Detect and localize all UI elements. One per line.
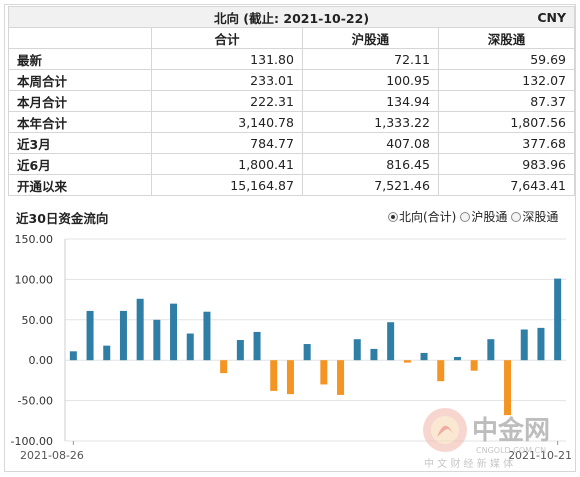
cngold-logo-icon: [423, 408, 467, 452]
bar: [270, 360, 278, 391]
bar: [537, 327, 545, 361]
y-axis: 150.00 100.00 50.00 0.00 -50.00 -100.00: [11, 233, 53, 448]
cell-shanghai: 100.95: [301, 69, 439, 91]
cell-shenzhen: 132.07: [437, 69, 576, 91]
bar: [370, 348, 378, 361]
table-title-cell: 北向 (截止: 2021-10-22) CNY: [8, 6, 575, 28]
bar: [320, 360, 328, 385]
table-row: 本年合计 3,140.78 1,333.22 1,807.56: [8, 111, 576, 133]
radio-selected-icon[interactable]: [388, 211, 398, 222]
cell-shenzhen: 87.37: [437, 90, 576, 112]
cell-shanghai: 7,521.46: [301, 174, 439, 196]
table-row: 最新 131.80 72.11 59.69: [8, 48, 576, 70]
y-tick-label: 50.00: [22, 314, 54, 327]
cell-shanghai: 407.08: [301, 132, 439, 154]
bar: [103, 345, 111, 361]
series-option-northbound[interactable]: 北向(合计): [388, 208, 456, 225]
cell-shenzhen: 7,643.41: [437, 174, 576, 196]
y-tick-label: -50.00: [18, 395, 53, 408]
cell-total: 784.77: [151, 132, 303, 154]
table-row: 近6月 1,800.41 816.45 983.96: [8, 153, 576, 175]
northbound-flow-table: 北向 (截止: 2021-10-22) CNY 合计 沪股通 深股通 最新 131…: [8, 6, 576, 196]
bar: [453, 356, 461, 361]
table-title-row: 北向 (截止: 2021-10-22) CNY: [8, 6, 575, 28]
chart-title: 近30日资金流向: [16, 211, 109, 226]
bar: [236, 340, 244, 361]
radio-empty-icon[interactable]: [460, 211, 471, 222]
bar: [303, 344, 311, 361]
cell-shenzhen: 377.68: [437, 132, 576, 154]
cell-total: 233.01: [151, 69, 303, 91]
currency-label: CNY: [537, 10, 566, 25]
table-row: 本周合计 233.01 100.95 132.07: [8, 69, 576, 91]
series-option-label: 沪股通: [471, 210, 508, 224]
bar: [353, 339, 361, 361]
header-shanghai: 沪股通: [301, 27, 439, 49]
bar: [253, 331, 261, 361]
cell-total: 131.80: [151, 48, 303, 70]
row-label: 本年合计: [8, 111, 152, 133]
cell-shenzhen: 59.69: [437, 48, 576, 70]
cell-shenzhen: 1,807.56: [437, 111, 576, 133]
cngold-watermark: 中金网 CNGOLD.COM.CN 中 文 财 经 新 媒 体: [423, 408, 550, 470]
watermark-brand: 中金网: [472, 415, 550, 446]
bar: [119, 310, 127, 361]
table-title: 北向 (截止: 2021-10-22): [213, 10, 370, 26]
cell-total: 1,800.41: [151, 153, 303, 175]
row-label: 本周合计: [8, 69, 152, 91]
bar: [437, 360, 445, 382]
bar: [69, 351, 77, 361]
cell-shanghai: 134.94: [301, 90, 439, 112]
bar-series: [69, 278, 562, 416]
row-label: 近6月: [8, 153, 152, 175]
y-tick-label: 0.00: [29, 354, 54, 367]
bar: [470, 360, 478, 371]
table-row: 开通以来 15,164.87 7,521.46 7,643.41: [8, 174, 576, 196]
table-row: 近3月 784.77 407.08 377.68: [8, 132, 576, 154]
radio-empty-icon[interactable]: [511, 211, 522, 222]
cell-total: 15,164.87: [151, 174, 303, 196]
cell-shanghai: 72.11: [301, 48, 439, 70]
series-option-label: 深股通: [522, 210, 559, 224]
bar: [286, 360, 294, 395]
row-label: 最新: [8, 48, 152, 70]
cell-total: 222.31: [151, 90, 303, 112]
series-option-shanghai[interactable]: 沪股通: [460, 208, 507, 225]
series-option-shenzhen[interactable]: 深股通: [511, 208, 558, 225]
row-label: 本月合计: [8, 90, 152, 112]
cell-shanghai: 816.45: [301, 153, 439, 175]
table-header-row: 合计 沪股通 深股通: [8, 27, 576, 49]
x-tick-label-first: 2021-08-26: [20, 449, 84, 462]
bar: [153, 319, 161, 361]
y-tick-label: 150.00: [15, 233, 54, 246]
header-shenzhen: 深股通: [437, 27, 576, 49]
bar: [403, 360, 411, 363]
bar: [186, 333, 194, 361]
row-label: 开通以来: [8, 174, 152, 196]
table-row: 本月合计 222.31 134.94 87.37: [8, 90, 576, 112]
bar: [387, 322, 395, 361]
bar: [170, 303, 178, 361]
bar: [220, 360, 228, 374]
bar: [520, 329, 528, 361]
cell-shenzhen: 983.96: [437, 153, 576, 175]
bar: [337, 360, 345, 395]
y-tick-label: 100.00: [15, 273, 54, 286]
bar: [86, 310, 94, 361]
row-label: 近3月: [8, 132, 152, 154]
series-toggle-group: 北向(合计) 沪股通 深股通: [388, 208, 558, 225]
y-tick-label: -100.00: [11, 435, 53, 448]
cell-shanghai: 1,333.22: [301, 111, 439, 133]
cell-total: 3,140.78: [151, 111, 303, 133]
watermark-domain: CNGOLD.COM.CN: [476, 446, 546, 455]
bar: [554, 278, 562, 361]
bar: [420, 352, 428, 361]
bar: [487, 339, 495, 361]
bar: [136, 298, 144, 361]
bar: [203, 311, 211, 361]
series-option-label: 北向(合计): [399, 210, 457, 224]
header-total: 合计: [151, 27, 303, 49]
watermark-slogan: 中 文 财 经 新 媒 体: [424, 457, 513, 470]
header-empty: [8, 27, 152, 49]
